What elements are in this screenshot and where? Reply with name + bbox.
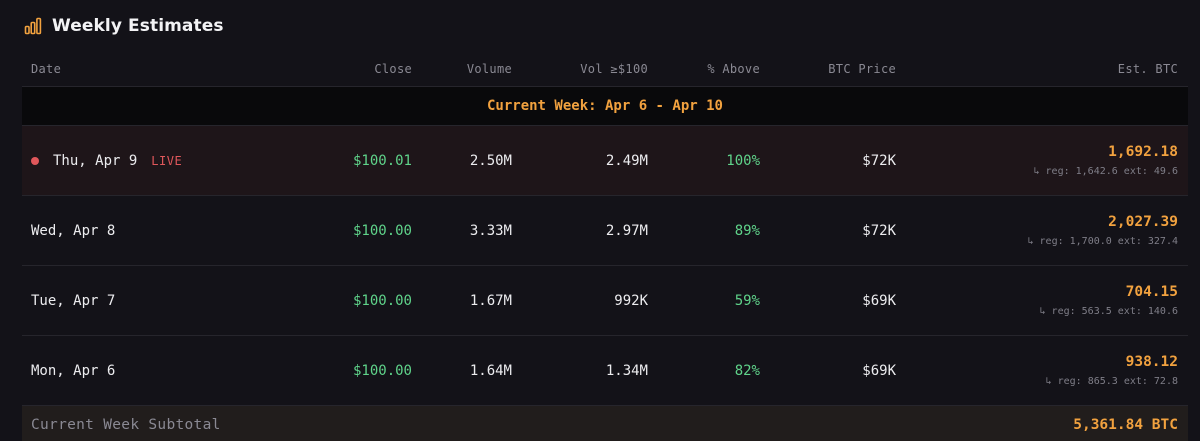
est-btc-cell: 2,027.39 ↳ reg: 1,700.0 ext: 327.4 (1027, 196, 1178, 265)
est-btc-breakdown: ↳ reg: 1,642.6 ext: 49.6 (1033, 166, 1179, 177)
subtotal-label: Current Week Subtotal (31, 417, 221, 433)
volume-cell: 2.50M (469, 152, 512, 169)
column-header-date[interactable]: Date (31, 52, 61, 86)
close-cell: $100.00 (352, 362, 412, 379)
column-header-vol-above-100[interactable]: Vol ≥$100 (580, 52, 648, 86)
est-btc-breakdown: ↳ reg: 1,700.0 ext: 327.4 (1027, 236, 1178, 247)
percent-above-cell: 100% (726, 152, 760, 169)
est-btc-value: 1,692.18 (1108, 144, 1178, 160)
close-cell: $100.00 (352, 222, 412, 239)
percent-above-cell: 89% (734, 222, 760, 239)
est-btc-cell: 1,692.18 ↳ reg: 1,642.6 ext: 49.6 (1034, 126, 1179, 195)
table-row[interactable]: Wed, Apr 8 $100.00 3.33M 2.97M 89% $72K … (22, 196, 1188, 266)
est-btc-value: 704.15 (1125, 284, 1178, 300)
row-date: Wed, Apr 8 (31, 222, 116, 239)
panel-header: Weekly Estimates (24, 14, 224, 38)
column-header-est-btc[interactable]: Est. BTC (1118, 52, 1178, 86)
close-cell: $100.01 (352, 152, 412, 169)
column-header-percent-above[interactable]: % Above (707, 52, 760, 86)
est-btc-value: 938.12 (1125, 354, 1178, 370)
btc-price-cell: $72K (862, 152, 896, 169)
btc-price-cell: $69K (862, 362, 896, 379)
est-btc-value: 2,027.39 (1108, 214, 1178, 230)
live-indicator-dot-icon (31, 156, 39, 165)
btc-price-cell: $69K (862, 292, 896, 309)
subtotal-value: 5,361.84 BTC (1073, 417, 1178, 433)
row-date: Thu, Apr 9 (53, 152, 138, 169)
column-header-close[interactable]: Close (374, 52, 412, 86)
percent-above-cell: 59% (734, 292, 760, 309)
vol-above-100-cell: 2.97M (605, 222, 648, 239)
vol-above-100-cell: 992K (614, 292, 648, 309)
volume-cell: 1.64M (469, 362, 512, 379)
percent-above-cell: 82% (734, 362, 760, 379)
est-btc-cell: 704.15 ↳ reg: 563.5 ext: 140.6 (1040, 266, 1178, 335)
date-cell: Thu, Apr 9 LIVE (31, 126, 182, 195)
est-btc-cell: 938.12 ↳ reg: 865.3 ext: 72.8 (1046, 336, 1178, 405)
btc-price-cell: $72K (862, 222, 896, 239)
close-cell: $100.00 (352, 292, 412, 309)
est-btc-breakdown: ↳ reg: 563.5 ext: 140.6 (1039, 306, 1178, 317)
column-header-btc-price[interactable]: BTC Price (828, 52, 896, 86)
estimates-table: Date Close Volume Vol ≥$100 % Above BTC … (22, 52, 1188, 441)
table-row[interactable]: Tue, Apr 7 $100.00 1.67M 992K 59% $69K 7… (22, 266, 1188, 336)
bar-chart-icon (24, 17, 42, 35)
volume-cell: 1.67M (469, 292, 512, 309)
vol-above-100-cell: 2.49M (605, 152, 648, 169)
column-header-volume[interactable]: Volume (467, 52, 512, 86)
row-date: Mon, Apr 6 (31, 362, 116, 379)
weekly-estimates-panel: Weekly Estimates Date Close Volume Vol ≥… (0, 0, 1200, 441)
vol-above-100-cell: 1.34M (605, 362, 648, 379)
table-row[interactable]: Mon, Apr 6 $100.00 1.64M 1.34M 82% $69K … (22, 336, 1188, 406)
volume-cell: 3.33M (469, 222, 512, 239)
panel-title: Weekly Estimates (52, 16, 224, 36)
live-badge: LIVE (151, 153, 183, 168)
current-week-banner: Current Week: Apr 6 - Apr 10 (22, 87, 1188, 126)
subtotal-row: Current Week Subtotal 5,361.84 BTC (22, 406, 1188, 441)
est-btc-breakdown: ↳ reg: 865.3 ext: 72.8 (1045, 376, 1178, 387)
table-row[interactable]: Thu, Apr 9 LIVE $100.01 2.50M 2.49M 100%… (22, 126, 1188, 196)
table-header: Date Close Volume Vol ≥$100 % Above BTC … (22, 52, 1188, 87)
row-date: Tue, Apr 7 (31, 292, 116, 309)
